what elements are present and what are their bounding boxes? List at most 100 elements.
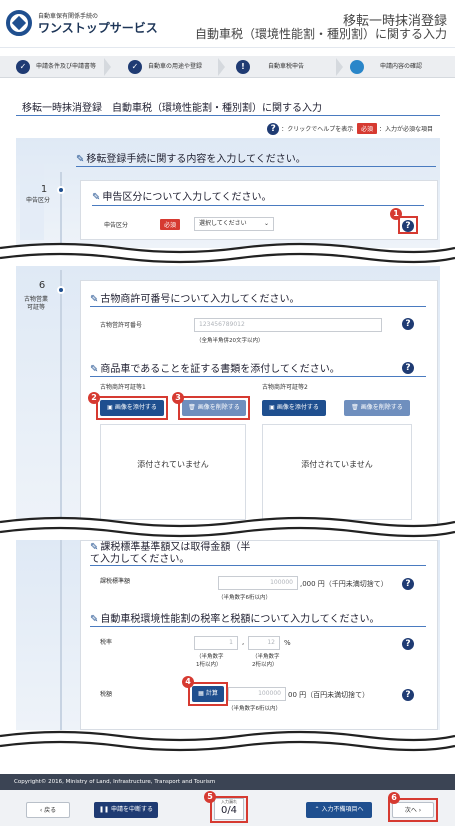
help-icon[interactable]: ? <box>402 638 414 650</box>
help-icon[interactable]: ? <box>402 689 414 701</box>
step-current-icon: ! <box>236 60 250 74</box>
step-1: ✓ 申請条件及び申請書等 <box>6 56 96 78</box>
attachment-area-2[interactable]: 添付されていません <box>262 424 412 520</box>
tax-rate-integer-input[interactable]: 1 <box>194 636 238 650</box>
proof-heading-text: 商品車であることを証する書類を添付してください。 <box>100 364 340 375</box>
logo-icon <box>6 10 32 36</box>
attachment-area-1[interactable]: 添付されていません <box>100 424 246 520</box>
declaration-label: 申告区分 <box>104 222 129 229</box>
pencil-icon: ✎ <box>92 192 101 203</box>
required-badge: 必須 <box>357 123 378 134</box>
progress-steps: ✓ 申請条件及び申請書等 ✓ 自動車の用途や登録 ! 自動車税申告 申請内容の確… <box>0 56 455 78</box>
callout-badge: 5 <box>204 791 216 803</box>
help-legend-text: ：クリックでヘルプを表示 <box>281 126 354 133</box>
step-4: 申請内容の確認 <box>340 56 422 78</box>
highlight-box <box>178 396 250 420</box>
step-check-icon: ✓ <box>128 60 142 74</box>
tax-amount-unit: 00 円（百円未満切捨て） <box>288 691 370 699</box>
declaration-heading: ✎ 申告区分について入力してください。 <box>92 188 272 203</box>
trash-icon: 🗑 <box>351 404 359 411</box>
incomplete-items-button[interactable]: ⌃ 入力不備項目へ <box>306 802 372 818</box>
form-title: 移転一時抹消登録 自動車税（環境性能割・種別割）に関する入力 <box>22 103 322 114</box>
image-icon: ▣ <box>269 404 275 411</box>
tax-base-divider <box>90 565 426 566</box>
step-number: 6 <box>38 280 46 291</box>
add-image-label: 画像を添付する <box>276 404 319 411</box>
tax-rate-note2-line2: 2桁以内） <box>252 662 278 668</box>
back-button[interactable]: ‹ 戻る <box>26 802 70 818</box>
tax-rate-note1-line2: 1桁以内） <box>196 662 222 668</box>
timeline-line <box>60 270 62 526</box>
cancel-application-button[interactable]: ❚❚ 申請を中断する <box>94 802 158 818</box>
delete-image-label: 画像を削除する <box>360 404 403 411</box>
page-title-line2: 自動車税（環境性能割・種別割）に関する入力 <box>194 27 447 41</box>
cancel-label: 申請を中断する <box>110 806 153 813</box>
declaration-select-value: 選択してください <box>199 220 247 227</box>
step-check-icon: ✓ <box>16 60 30 74</box>
step-arrow-icon <box>218 58 225 76</box>
empty-attachment-text: 添付されていません <box>137 460 209 469</box>
step-3-label: 自動車税申告 <box>268 63 305 70</box>
tax-amount-note: （半角数字6桁以内） <box>228 706 281 712</box>
tax-rate-divider <box>90 626 426 627</box>
delete-image-button-2[interactable]: 🗑 画像を削除する <box>344 400 410 416</box>
decimal-point: , <box>242 638 245 646</box>
step-4-label: 申請内容の確認 <box>380 63 423 70</box>
callout-badge: 6 <box>388 792 400 804</box>
antique-heading: ✎ 古物商許可番号について入力してください。 <box>90 290 300 305</box>
step-2: ✓ 自動車の用途や登録 <box>118 56 202 78</box>
chevron-down-icon: ⌄ <box>263 220 269 227</box>
step-label: 申告区分 <box>25 197 50 204</box>
tax-amount-input[interactable]: 100000 <box>228 687 286 701</box>
proof-col1-label: 古物商許可証等1 <box>100 384 146 391</box>
step-label-line2: 可証等 <box>26 304 45 311</box>
highlight-box <box>96 396 168 420</box>
declaration-heading-text: 申告区分について入力してください。 <box>102 192 272 203</box>
logo-title: ワンストップサービス <box>38 21 158 35</box>
antique-heading-text: 古物商許可番号について入力してください。 <box>100 294 300 305</box>
tax-rate-note1-line1: （半角数字 <box>196 654 224 660</box>
step-pending-icon <box>350 60 364 74</box>
incomplete-items-label: 入力不備項目へ <box>321 806 364 813</box>
section-heading: ✎ 移転登録手続に関する内容を入力してください。 <box>76 150 306 165</box>
tax-base-input[interactable]: 100000 <box>218 576 298 590</box>
help-icon[interactable]: ? <box>402 318 414 330</box>
step-1-label: 申請条件及び申請書等 <box>36 63 97 70</box>
proof-divider <box>90 376 426 377</box>
pause-icon: ❚❚ <box>99 806 111 813</box>
tax-rate-unit: % <box>284 639 291 647</box>
pencil-icon: ✎ <box>90 364 99 375</box>
highlight-box <box>398 216 418 234</box>
pencil-icon: ✎ <box>76 154 85 165</box>
highlight-box <box>188 682 228 706</box>
pencil-icon: ✎ <box>90 294 99 305</box>
declaration-select[interactable]: 選択してください ⌄ <box>194 217 274 231</box>
step-label-line1: 古物営業 <box>23 296 48 303</box>
help-icon[interactable]: ? <box>402 362 414 374</box>
proof-heading: ✎ 商品車であることを証する書類を添付してください。 <box>90 360 340 375</box>
declaration-divider <box>92 205 424 206</box>
tax-base-unit: ,000 円（千円未満切捨て） <box>300 580 388 588</box>
required-legend-text: ：入力が必須な項目 <box>378 126 433 133</box>
tax-rate-label: 税率 <box>100 639 113 646</box>
copyright-footer: Copyright© 2016, Ministry of Land, Infra… <box>0 774 455 790</box>
title-divider <box>16 115 440 116</box>
antique-divider <box>90 306 426 307</box>
callout-badge: 4 <box>182 676 194 688</box>
help-icon[interactable]: ? <box>402 578 414 590</box>
antique-number-note: （全角半角併20文字以内） <box>196 338 264 344</box>
tax-base-heading-line2: て入力してください。 <box>90 554 190 565</box>
proof-col2-label: 古物商許可証等2 <box>262 384 308 391</box>
tax-rate-decimal-input[interactable]: 12 <box>248 636 280 650</box>
callout-badge: 2 <box>88 392 100 404</box>
antique-number-input[interactable]: 123456789012 <box>194 318 382 332</box>
step-arrow-icon <box>104 58 111 76</box>
step-3: ! 自動車税申告 <box>226 56 304 78</box>
add-image-button-2[interactable]: ▣ 画像を添付する <box>262 400 326 416</box>
highlight-box <box>210 796 248 823</box>
section-divider <box>76 166 436 167</box>
callout-badge: 1 <box>390 208 402 220</box>
section-heading-text: 移転登録手続に関する内容を入力してください。 <box>86 154 306 165</box>
empty-attachment-text: 添付されていません <box>301 460 373 469</box>
antique-number-label: 古物営許可番号 <box>100 322 143 329</box>
